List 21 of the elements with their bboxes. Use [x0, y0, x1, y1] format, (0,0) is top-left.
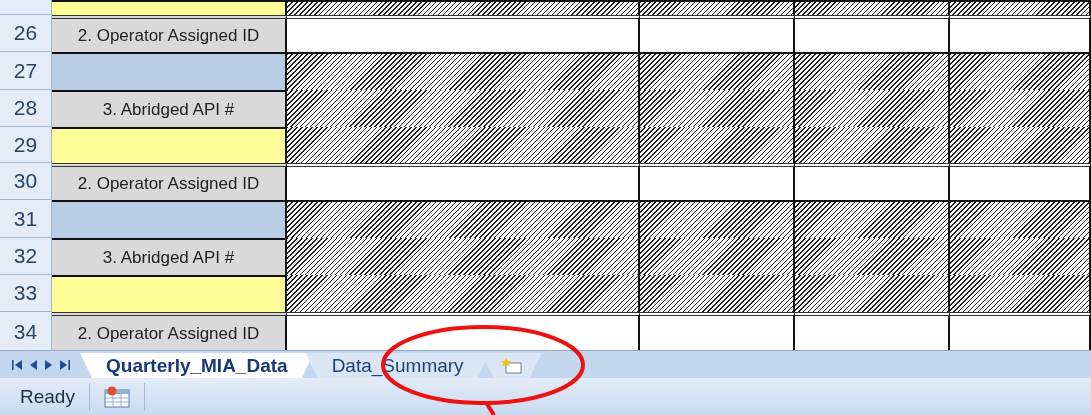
row-header[interactable]: 29 — [0, 127, 52, 163]
insert-sheet-icon — [500, 356, 523, 375]
row-label: 3. Abridged API # — [52, 238, 287, 275]
row-header[interactable]: 27 — [0, 52, 52, 90]
next-sheet-icon[interactable] — [44, 360, 54, 370]
row-header[interactable]: 30 — [0, 163, 52, 200]
row-header[interactable]: 28 — [0, 90, 52, 127]
row-label: 2. Operator Assigned ID — [52, 312, 287, 350]
row-header[interactable]: 26 — [0, 15, 52, 52]
row-label: 2. Operator Assigned ID — [52, 15, 287, 52]
row-header[interactable]: 33 — [0, 275, 52, 312]
row-label: 3. Abridged API # — [52, 90, 287, 127]
first-sheet-icon[interactable] — [12, 360, 22, 370]
last-sheet-icon[interactable] — [60, 360, 70, 370]
previous-sheet-icon[interactable] — [28, 360, 38, 370]
row-label: 2. Operator Assigned ID — [52, 163, 287, 200]
row-header[interactable]: 32 — [0, 238, 52, 275]
row-header[interactable]: 31 — [0, 200, 52, 238]
row-header[interactable]: 34 — [0, 312, 52, 350]
status-text: Ready — [0, 382, 90, 411]
normal-view-icon[interactable] — [103, 385, 130, 408]
